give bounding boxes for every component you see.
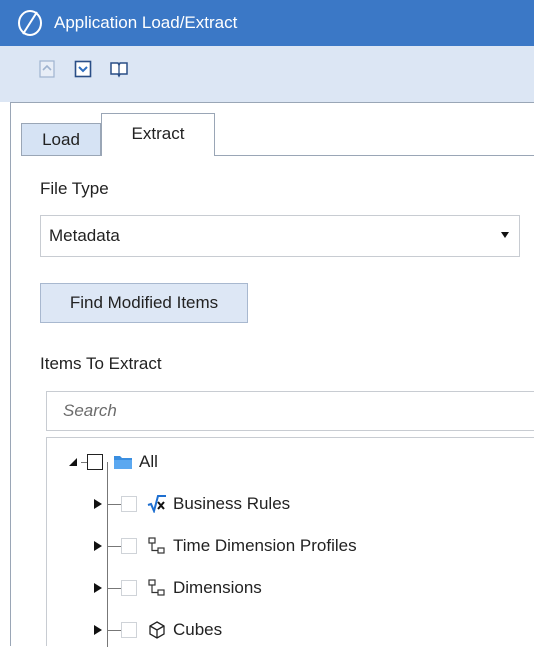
find-modified-items-label: Find Modified Items (69, 293, 219, 312)
title-bar: Application Load/Extract (0, 0, 534, 46)
tree-label-dimensions: Dimensions (173, 578, 262, 597)
expanded-triangle-icon[interactable] (67, 450, 81, 474)
chevron-down-icon (501, 232, 509, 238)
tab-load-label: Load (42, 129, 80, 149)
collapsed-triangle-icon[interactable] (93, 492, 107, 516)
tree-node-business-rules: Business Rules (93, 492, 290, 516)
extract-icon[interactable] (72, 58, 94, 80)
tree-node-cubes: Cubes (93, 618, 222, 642)
tree-label-cubes: Cubes (173, 620, 223, 639)
collapsed-triangle-icon[interactable] (93, 618, 107, 642)
collapsed-triangle-icon[interactable] (93, 534, 107, 558)
tree-node-dimensions: Dimensions (93, 576, 262, 600)
hierarchy-icon (147, 536, 167, 556)
tree-node-all: All (67, 450, 158, 474)
search-input[interactable] (61, 400, 505, 422)
checkbox-cubes[interactable] (121, 622, 137, 638)
checkbox-dimensions[interactable] (121, 580, 137, 596)
content-panel: Load Extract File Type Metadata Find Mod… (10, 102, 534, 647)
items-tree: All Business Rules Time Dimension Profil… (46, 437, 534, 647)
file-type-label: File Type (40, 179, 109, 198)
tab-load[interactable]: Load (21, 123, 101, 155)
file-type-dropdown[interactable]: Metadata (40, 215, 520, 257)
tab-extract[interactable]: Extract (101, 113, 215, 156)
hierarchy-icon (147, 578, 167, 598)
toolbar-separator (0, 92, 534, 102)
tree-label-all: All (139, 452, 158, 471)
folder-icon (113, 452, 133, 472)
sqrt-x-icon (147, 494, 167, 514)
file-type-value: Metadata (49, 226, 120, 245)
checkbox-business-rules[interactable] (121, 496, 137, 512)
collapsed-triangle-icon[interactable] (93, 576, 107, 600)
find-modified-items-button[interactable]: Find Modified Items (40, 283, 248, 323)
app-logo-icon (18, 10, 42, 36)
items-to-extract-label: Items To Extract (40, 354, 162, 373)
checkbox-time-dimension-profiles[interactable] (121, 538, 137, 554)
import-icon[interactable] (36, 58, 58, 80)
tree-label-business-rules: Business Rules (173, 494, 291, 513)
tab-strip: Load Extract (21, 113, 534, 156)
tab-extract-label: Extract (131, 124, 185, 143)
checkbox-all[interactable] (87, 454, 103, 470)
open-book-icon[interactable] (108, 58, 130, 80)
tree-label-time-dimension-profiles: Time Dimension Profiles (173, 536, 357, 555)
search-box (46, 391, 534, 431)
window-title: Application Load/Extract (54, 13, 238, 32)
tree-node-time-dimension-profiles: Time Dimension Profiles (93, 534, 357, 558)
cube-icon (147, 620, 167, 640)
toolbar (0, 46, 534, 92)
